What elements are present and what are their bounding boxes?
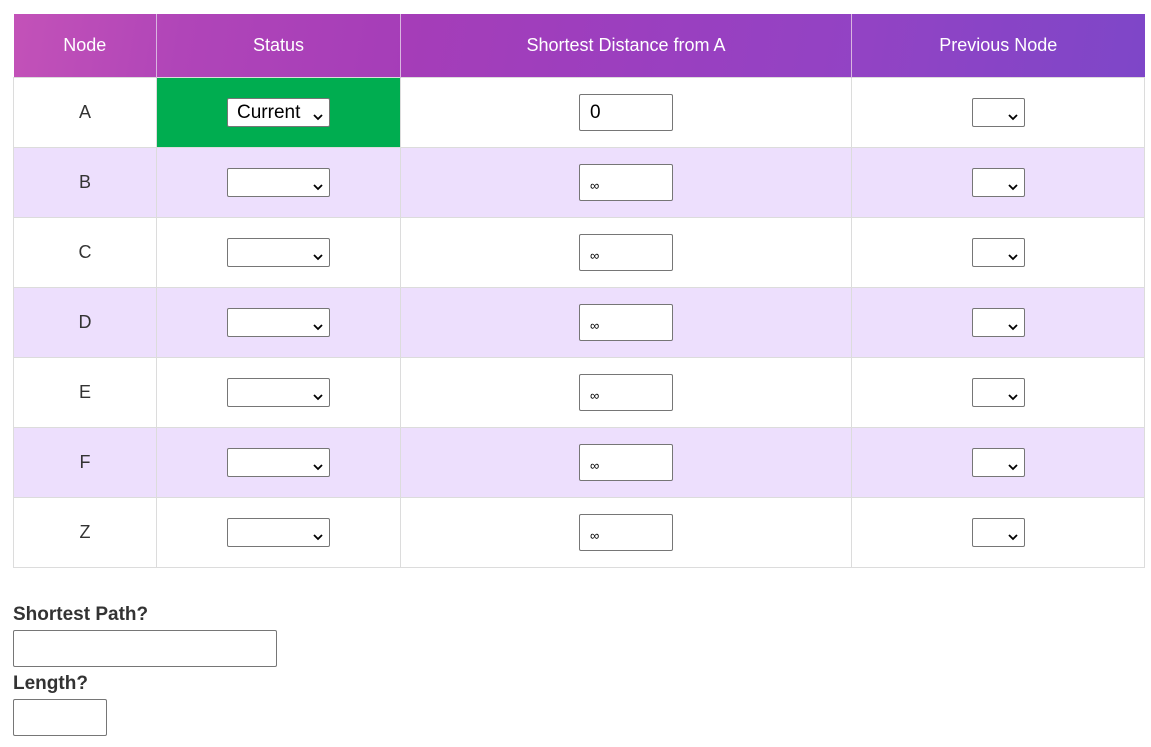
chevron-down-icon xyxy=(1007,387,1019,400)
chevron-down-icon xyxy=(312,247,324,260)
distance-input[interactable]: ∞ xyxy=(579,513,673,551)
previous-node-cell xyxy=(851,146,1145,218)
distance-input[interactable]: 0 xyxy=(579,93,673,131)
table-row: F ∞ xyxy=(13,426,1145,498)
previous-node-select[interactable] xyxy=(971,377,1025,407)
node-cell: A xyxy=(13,76,157,148)
chevron-down-icon xyxy=(312,107,324,120)
status-cell xyxy=(156,426,401,498)
node-cell: E xyxy=(13,356,157,428)
header-distance: Shortest Distance from A xyxy=(400,14,852,77)
previous-node-select[interactable] xyxy=(971,237,1025,267)
status-select[interactable] xyxy=(227,307,330,337)
dijkstra-table-container: Node Status Shortest Distance from A Pre… xyxy=(13,14,1145,568)
shortest-path-input[interactable] xyxy=(13,630,277,667)
distance-cell: ∞ xyxy=(400,216,852,288)
chevron-down-icon xyxy=(1007,177,1019,190)
status-cell xyxy=(156,286,401,358)
previous-node-select[interactable] xyxy=(971,167,1025,197)
distance-cell: ∞ xyxy=(400,426,852,498)
status-select[interactable] xyxy=(227,447,330,477)
answer-section: Shortest Path? Length? xyxy=(13,603,277,736)
node-cell: D xyxy=(13,286,157,358)
status-cell xyxy=(156,496,401,568)
distance-cell: ∞ xyxy=(400,496,852,568)
node-cell: Z xyxy=(13,496,157,568)
distance-value: ∞ xyxy=(590,527,600,543)
previous-node-cell xyxy=(851,426,1145,498)
status-cell xyxy=(156,356,401,428)
status-select[interactable] xyxy=(227,237,330,267)
node-cell: B xyxy=(13,146,157,218)
status-select[interactable] xyxy=(227,377,330,407)
chevron-down-icon xyxy=(312,527,324,540)
table-row: C ∞ xyxy=(13,216,1145,288)
previous-node-select[interactable] xyxy=(971,447,1025,477)
distance-value: ∞ xyxy=(590,387,600,403)
status-cell xyxy=(156,146,401,218)
distance-value: ∞ xyxy=(590,177,600,193)
header-previous-node: Previous Node xyxy=(939,34,1058,55)
previous-node-select[interactable] xyxy=(971,307,1025,337)
previous-node-cell xyxy=(851,216,1145,288)
chevron-down-icon xyxy=(1007,247,1019,260)
chevron-down-icon xyxy=(1007,527,1019,540)
status-select[interactable] xyxy=(227,167,330,197)
table-row: B ∞ xyxy=(13,146,1145,218)
length-label: Length? xyxy=(13,673,88,694)
distance-cell: ∞ xyxy=(400,356,852,428)
chevron-down-icon xyxy=(1007,457,1019,470)
previous-node-cell xyxy=(851,356,1145,428)
distance-value: 0 xyxy=(590,101,601,123)
distance-input[interactable]: ∞ xyxy=(579,233,673,271)
dijkstra-table: Node Status Shortest Distance from A Pre… xyxy=(13,14,1145,568)
previous-node-select[interactable] xyxy=(971,97,1025,127)
node-cell: F xyxy=(13,426,157,498)
table-row: D ∞ xyxy=(13,286,1145,358)
distance-input[interactable]: ∞ xyxy=(579,443,673,481)
header-node: Node xyxy=(13,14,157,77)
length-input[interactable] xyxy=(13,699,107,736)
previous-node-cell xyxy=(851,496,1145,568)
distance-value: ∞ xyxy=(590,247,600,263)
distance-value: ∞ xyxy=(590,457,600,473)
table-row: A Current 0 xyxy=(13,76,1145,148)
chevron-down-icon xyxy=(1007,317,1019,330)
chevron-down-icon xyxy=(312,457,324,470)
shortest-path-label: Shortest Path? xyxy=(13,604,149,625)
distance-cell: ∞ xyxy=(400,286,852,358)
status-select[interactable] xyxy=(227,517,330,547)
distance-cell: 0 xyxy=(400,76,852,148)
table-row: Z ∞ xyxy=(13,496,1145,568)
status-select-value: Current xyxy=(237,101,301,123)
distance-cell: ∞ xyxy=(400,146,852,218)
header-status: Status xyxy=(156,14,401,77)
status-cell: Current xyxy=(156,76,401,148)
chevron-down-icon xyxy=(312,317,324,330)
distance-input[interactable]: ∞ xyxy=(579,303,673,341)
previous-node-cell xyxy=(851,76,1145,148)
chevron-down-icon xyxy=(312,177,324,190)
table-row: E ∞ xyxy=(13,356,1145,428)
status-select[interactable]: Current xyxy=(227,97,330,127)
distance-value: ∞ xyxy=(590,317,600,333)
table-header-row: Node Status Shortest Distance from A Pre… xyxy=(13,14,1145,77)
node-cell: C xyxy=(13,216,157,288)
distance-input[interactable]: ∞ xyxy=(579,163,673,201)
previous-node-cell xyxy=(851,286,1145,358)
chevron-down-icon xyxy=(1007,107,1019,120)
table-body: A Current 0 B ∞ C ∞ D ∞ E ∞ F ∞ Z ∞ xyxy=(13,76,1145,568)
distance-input[interactable]: ∞ xyxy=(579,373,673,411)
chevron-down-icon xyxy=(312,387,324,400)
status-cell xyxy=(156,216,401,288)
previous-node-select[interactable] xyxy=(971,517,1025,547)
